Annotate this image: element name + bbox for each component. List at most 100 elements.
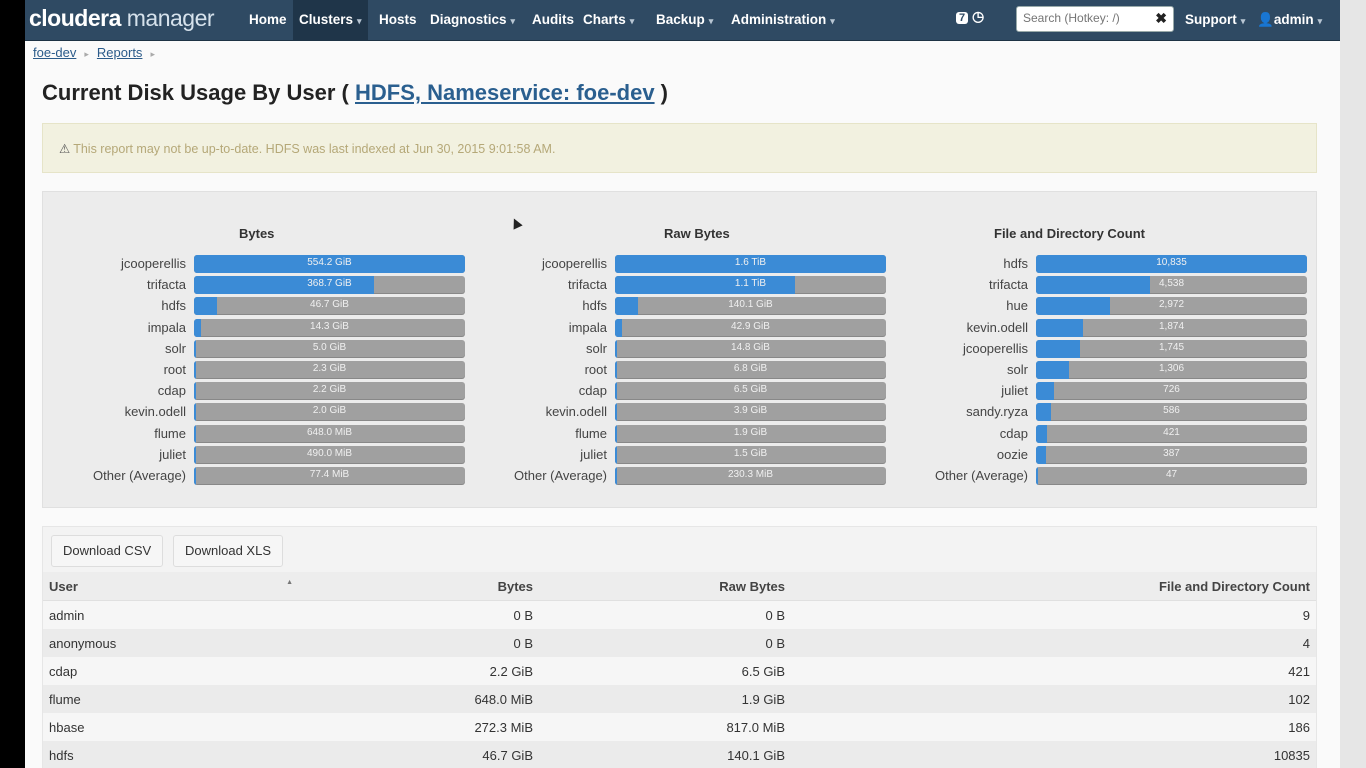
file-count-cell: 9: [791, 600, 1316, 629]
usage-table-panel: Download CSV Download XLS User ▲ Bytes Ra…: [42, 526, 1317, 768]
bar-track: 230.3 MiB: [615, 467, 886, 485]
bar-row[interactable]: solr 5.0 GiB: [56, 339, 476, 358]
nav-label: Charts: [583, 12, 626, 27]
bar-category-label: juliet: [1001, 383, 1028, 399]
download-xls-button[interactable]: Download XLS: [173, 535, 283, 567]
bar-row[interactable]: hue 2,972: [898, 297, 1318, 316]
bytes-cell: 648.0 MiB: [297, 685, 539, 713]
column-header-label: User: [49, 578, 78, 594]
column-header-file-count[interactable]: File and Directory Count: [791, 572, 1316, 601]
bar-track: 421: [1036, 424, 1307, 443]
download-csv-button[interactable]: Download CSV: [51, 535, 164, 567]
bar-row[interactable]: kevin.odell 2.0 GiB: [56, 403, 476, 422]
clear-search-icon[interactable]: ✖: [1155, 10, 1167, 27]
bar-category-label: solr: [586, 340, 607, 356]
bar-row[interactable]: root 6.8 GiB: [477, 361, 897, 379]
bar-row[interactable]: solr 14.8 GiB: [477, 339, 897, 358]
bar-row[interactable]: jcooperellis 554.2 GiB: [56, 255, 476, 273]
bar-row[interactable]: kevin.odell 3.9 GiB: [477, 403, 897, 422]
column-header-user[interactable]: User ▲: [43, 572, 297, 601]
brand-main: cloudera: [29, 5, 121, 31]
bar-row[interactable]: impala 14.3 GiB: [56, 318, 476, 337]
bar-track: 586: [1036, 403, 1307, 422]
bar-row[interactable]: root 2.3 GiB: [56, 361, 476, 379]
nav-hosts[interactable]: Hosts: [373, 0, 423, 40]
bytes-chart: Bytes jcooperellis 554.2 GiB trifacta 368.7 …: [56, 192, 476, 507]
bar-row[interactable]: oozie 387: [898, 445, 1318, 464]
nav-clusters[interactable]: Clusters ▾: [293, 0, 368, 40]
bar-row[interactable]: solr 1,306: [898, 361, 1318, 379]
bar-category-label: impala: [147, 319, 186, 335]
bar-category-label: sandy.ryza: [966, 404, 1028, 420]
breadcrumb-separator: ▸: [150, 49, 155, 59]
bar-row[interactable]: Other (Average) 77.4 MiB: [56, 467, 476, 485]
bar-row[interactable]: juliet 726: [898, 382, 1318, 401]
bar-track: 46.7 GiB: [194, 297, 465, 316]
bar-track: 1.9 GiB: [615, 424, 886, 443]
bar-row[interactable]: jcooperellis 1,745: [898, 339, 1318, 358]
bar-track: 726: [1036, 382, 1307, 401]
bar-category-label: jcooperellis: [541, 256, 607, 271]
bar-track: 14.3 GiB: [194, 318, 465, 337]
cloudera-logo[interactable]: cloudera manager: [29, 5, 215, 32]
bar-row[interactable]: juliet 490.0 MiB: [56, 445, 476, 464]
bar-category-label: jcooperellis: [120, 256, 186, 271]
bar-category-label: kevin.odell: [966, 319, 1028, 335]
user-menu[interactable]: 👤admin ▾: [1251, 0, 1328, 40]
sort-icon: ▲: [286, 578, 293, 586]
bar-row[interactable]: trifacta 1.1 TiB: [477, 276, 897, 295]
notification-count: 7: [956, 12, 969, 24]
bar-category-label: solr: [165, 340, 186, 356]
notifications-badge[interactable]: 7 ◷: [956, 8, 984, 25]
search-input[interactable]: [1017, 7, 1143, 29]
nav-administration[interactable]: Administration ▾: [725, 0, 841, 40]
clock-icon: ◷: [972, 8, 985, 24]
nav-charts[interactable]: Charts ▾: [577, 0, 640, 40]
nav-backup[interactable]: Backup ▾: [650, 0, 719, 40]
bar-category-label: hdfs: [1003, 256, 1028, 271]
bar-row[interactable]: hdfs 140.1 GiB: [477, 297, 897, 316]
bar-row[interactable]: cdap 421: [898, 424, 1318, 443]
bar-row[interactable]: trifacta 4,538: [898, 276, 1318, 295]
bar-value-label: 3.9 GiB: [733, 405, 768, 417]
bar-row[interactable]: impala 42.9 GiB: [477, 318, 897, 337]
bar-row[interactable]: trifacta 368.7 GiB: [56, 276, 476, 295]
support-menu[interactable]: Support ▾: [1179, 0, 1251, 40]
page: cloudera manager Home Clusters ▾ Hosts Diagn…: [25, 0, 1340, 768]
bar-row[interactable]: kevin.odell 1,874: [898, 318, 1318, 337]
bar-category-label: impala: [568, 319, 607, 335]
bar-value-label: 230.3 MiB: [727, 469, 774, 480]
nav-diagnostics[interactable]: Diagnostics ▾: [424, 0, 521, 40]
page-scrollbar[interactable]: [1340, 0, 1366, 768]
bar-row[interactable]: hdfs 10,835: [898, 255, 1318, 273]
chevron-down-icon: ▾: [629, 16, 635, 26]
bar-row[interactable]: cdap 6.5 GiB: [477, 382, 897, 401]
raw-bytes-cell: 140.1 GiB: [539, 741, 791, 768]
bar-track: 1.5 GiB: [615, 445, 886, 464]
bar-row[interactable]: Other (Average) 47: [898, 467, 1318, 485]
nav-label: Administration: [731, 12, 827, 27]
column-header-bytes[interactable]: Bytes: [297, 572, 539, 601]
bar-row[interactable]: hdfs 46.7 GiB: [56, 297, 476, 316]
bar-row[interactable]: cdap 2.2 GiB: [56, 382, 476, 401]
nav-audits[interactable]: Audits: [526, 0, 580, 40]
bar-row[interactable]: flume 648.0 MiB: [56, 424, 476, 443]
table-row: flume 648.0 MiB 1.9 GiB 102: [43, 685, 1316, 713]
column-header-raw-bytes[interactable]: Raw Bytes: [539, 572, 791, 601]
bar-category-label: hdfs: [582, 298, 607, 314]
bytes-cell: 0 B: [297, 629, 539, 657]
table-header-row: User ▲ Bytes Raw Bytes File and Directory…: [43, 572, 1316, 601]
bar-row[interactable]: flume 1.9 GiB: [477, 424, 897, 443]
bar-category-label: trifacta: [567, 277, 607, 293]
bar-row[interactable]: Other (Average) 230.3 MiB: [477, 467, 897, 485]
nameservice-link[interactable]: HDFS, Nameservice: foe-dev: [355, 80, 655, 105]
breadcrumb-reports[interactable]: Reports: [97, 45, 143, 60]
nav-home[interactable]: Home: [243, 0, 293, 40]
breadcrumb-foe-dev[interactable]: foe-dev: [33, 45, 76, 60]
bar-row[interactable]: jcooperellis 1.6 TiB: [477, 255, 897, 273]
bar-track: 2.3 GiB: [194, 361, 465, 379]
nav-label: Audits: [532, 12, 574, 27]
bar-row[interactable]: sandy.ryza 586: [898, 403, 1318, 422]
bar-category-label: flume: [154, 425, 186, 441]
bar-row[interactable]: juliet 1.5 GiB: [477, 445, 897, 464]
